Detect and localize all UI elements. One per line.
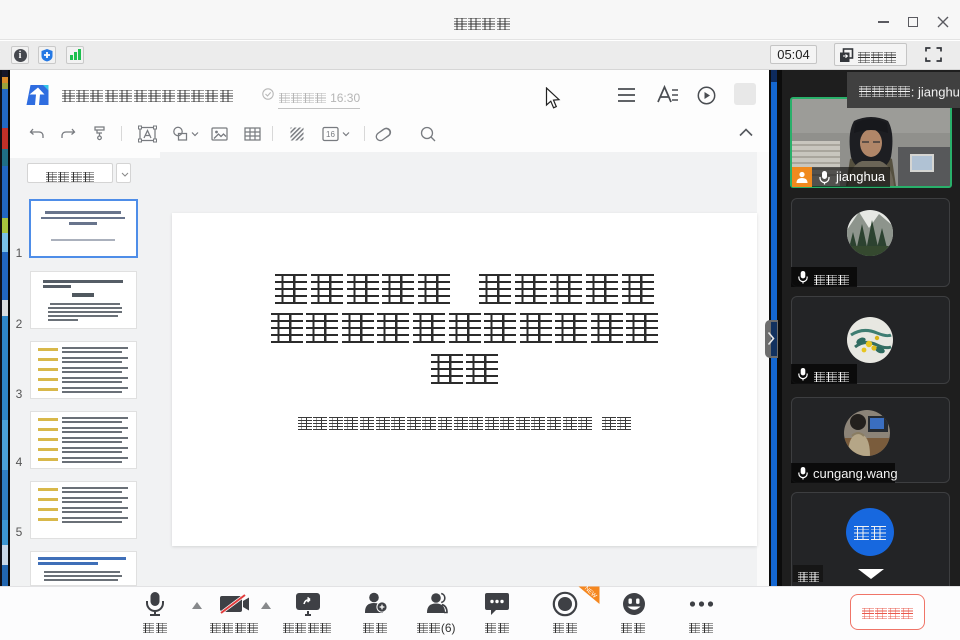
svg-text:16: 16 (326, 130, 335, 139)
